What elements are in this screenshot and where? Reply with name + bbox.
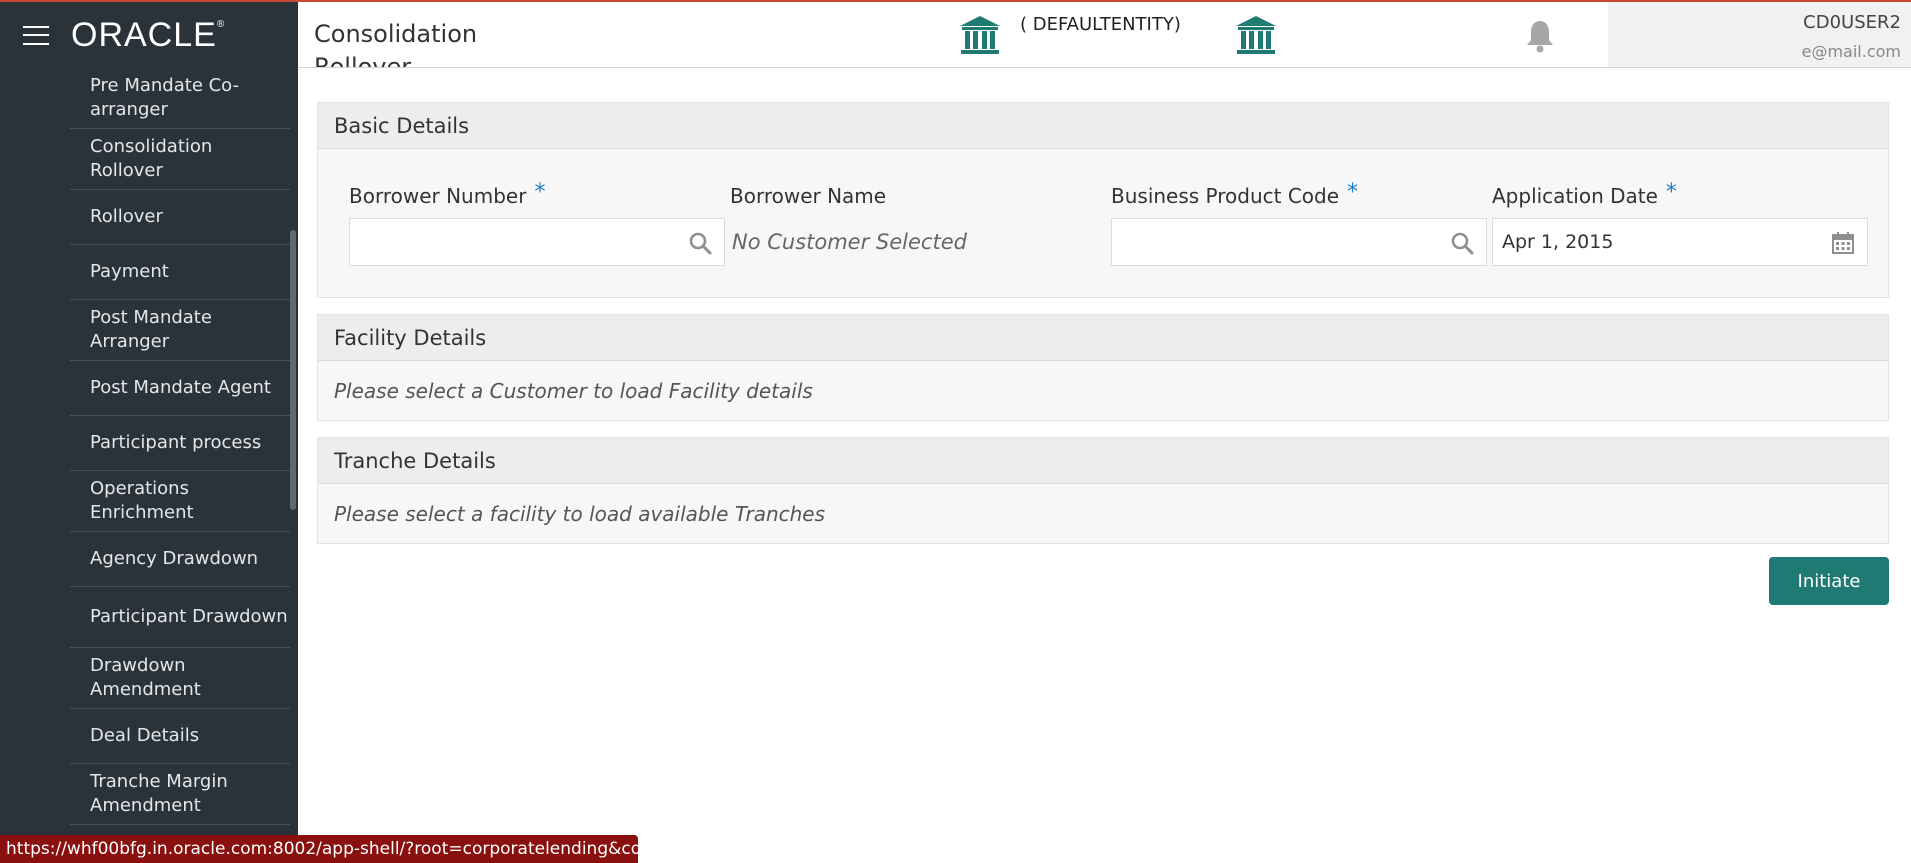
basic-details-panel: Basic Details Borrower Number * Borrower… [317, 102, 1889, 298]
sidebar: ORACLE® Pre Mandate Co-arranger Consolid… [0, 2, 298, 863]
application-date-field: Application Date * Apr 1, 2015 [1492, 179, 1868, 266]
business-product-code-input[interactable] [1111, 218, 1487, 266]
sidebar-item-rollover[interactable]: Rollover [70, 190, 290, 245]
sidebar-menu: Pre Mandate Co-arranger Consolidation Ro… [70, 68, 290, 825]
page-title: Consolidation Rollover [314, 20, 478, 68]
borrower-name-label: Borrower Name [730, 184, 887, 208]
sidebar-item-agency-drawdown[interactable]: Agency Drawdown [70, 532, 290, 587]
status-bar-url: https://whf00bfg.in.oracle.com:8002/app-… [0, 835, 638, 863]
application-date-input[interactable]: Apr 1, 2015 [1492, 218, 1868, 266]
application-date-label: Application Date [1492, 184, 1658, 208]
borrower-name-field: Borrower Name No Customer Selected [730, 183, 1106, 266]
entity-name: ( DEFAULTENTITY) [1020, 14, 1181, 35]
required-marker: * [1347, 179, 1359, 205]
sidebar-item-tranche-margin-amendment[interactable]: Tranche Margin Amendment [70, 764, 290, 825]
brand-bar: ORACLE® [0, 2, 298, 68]
main-content: Basic Details Borrower Number * Borrower… [298, 68, 1911, 863]
oracle-logo: ORACLE® [71, 16, 226, 54]
sidebar-item-payment[interactable]: Payment [70, 245, 290, 300]
sidebar-item-consolidation-rollover[interactable]: Consolidation Rollover [70, 129, 290, 190]
search-icon[interactable] [1450, 231, 1474, 255]
hamburger-menu-icon[interactable] [23, 25, 49, 45]
bank-icon[interactable] [958, 14, 1002, 58]
initiate-button[interactable]: Initiate [1769, 557, 1889, 605]
required-marker: * [1665, 179, 1677, 205]
sidebar-scrollbar[interactable] [290, 230, 296, 510]
branch-bank-icon[interactable] [1234, 14, 1278, 58]
header: Consolidation Rollover ( DEFAULTENTITY) … [298, 2, 1911, 68]
sidebar-item-pre-mandate-co-arranger[interactable]: Pre Mandate Co-arranger [70, 68, 290, 129]
sidebar-item-post-mandate-agent[interactable]: Post Mandate Agent [70, 361, 290, 416]
user-email: e@mail.com [1801, 42, 1901, 61]
sidebar-item-drawdown-amendment[interactable]: Drawdown Amendment [70, 648, 290, 709]
calendar-icon[interactable] [1831, 231, 1855, 255]
facility-details-panel: Facility Details Please select a Custome… [317, 314, 1889, 421]
borrower-number-input[interactable] [349, 218, 725, 266]
required-marker: * [534, 179, 546, 205]
facility-details-title: Facility Details [318, 315, 1888, 361]
business-product-code-label: Business Product Code [1111, 184, 1340, 208]
search-icon[interactable] [688, 231, 712, 255]
notification-bell-icon[interactable] [1524, 18, 1556, 54]
user-name: CD0USER2 [1803, 12, 1901, 33]
sidebar-item-operations-enrichment[interactable]: Operations Enrichment [70, 471, 290, 532]
business-product-code-field: Business Product Code * [1111, 179, 1487, 266]
sidebar-item-deal-details[interactable]: Deal Details [70, 709, 290, 764]
borrower-name-value: No Customer Selected [732, 230, 967, 254]
tranche-details-title: Tranche Details [318, 438, 1888, 484]
borrower-number-label: Borrower Number [349, 184, 527, 208]
sidebar-item-post-mandate-arranger[interactable]: Post Mandate Arranger [70, 300, 290, 361]
borrower-number-field: Borrower Number * [349, 179, 725, 266]
sidebar-item-participant-process[interactable]: Participant process [70, 416, 290, 471]
sidebar-item-participant-drawdown[interactable]: Participant Drawdown [70, 587, 290, 648]
basic-details-title: Basic Details [318, 103, 1888, 149]
tranche-details-message: Please select a facility to load availab… [334, 501, 826, 526]
user-profile[interactable]: CD0USER2 e@mail.com [1608, 2, 1911, 67]
facility-details-message: Please select a Customer to load Facilit… [334, 378, 813, 403]
tranche-details-panel: Tranche Details Please select a facility… [317, 437, 1889, 544]
